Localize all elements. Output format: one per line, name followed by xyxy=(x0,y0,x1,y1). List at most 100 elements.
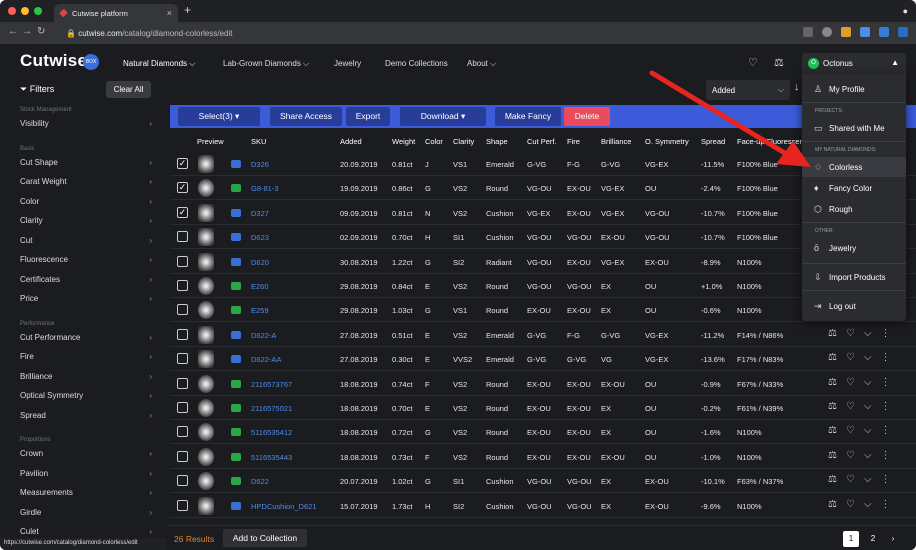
row-checkbox[interactable] xyxy=(177,377,188,389)
forward-icon[interactable]: → xyxy=(22,26,32,37)
back-icon[interactable]: ← xyxy=(8,26,18,37)
share-access-button[interactable]: Share Access xyxy=(270,107,342,126)
delete-button[interactable]: Delete xyxy=(564,107,610,126)
col-optical-symmetry[interactable]: O. Symmetry xyxy=(645,137,689,146)
sku-link[interactable]: D622-A xyxy=(251,331,276,340)
diamond-preview-thumbnail[interactable] xyxy=(198,252,214,271)
sku-link[interactable]: D622 xyxy=(251,477,269,486)
row-checkbox[interactable]: ✓ xyxy=(177,182,188,194)
row-checkbox[interactable]: ✓ xyxy=(177,158,188,169)
close-window-icon[interactable] xyxy=(8,7,16,15)
reload-icon[interactable]: ↻ xyxy=(37,26,45,37)
browser-tab[interactable]: Cutwise platform × xyxy=(54,4,178,22)
col-preview[interactable]: Preview xyxy=(197,137,224,146)
compare-icon[interactable]: ⚖ xyxy=(828,401,837,412)
browser-profile-icon[interactable]: ● xyxy=(903,6,908,16)
sku-link[interactable]: 2116575021 xyxy=(251,404,292,413)
col-shape[interactable]: Shape xyxy=(486,137,508,146)
sku-link[interactable]: D622-AA xyxy=(251,355,281,364)
window-controls[interactable] xyxy=(8,7,42,15)
chevron-down-icon[interactable]: ⌵ xyxy=(864,328,872,339)
menu-fancy-color[interactable]: ♦ Fancy Color xyxy=(802,178,906,198)
chevron-down-icon[interactable]: ⌵ xyxy=(864,352,872,363)
diamond-preview-thumbnail[interactable] xyxy=(198,155,214,173)
more-icon[interactable]: ⋮ xyxy=(881,474,891,485)
new-tab-icon[interactable]: + xyxy=(184,3,191,17)
sort-select[interactable]: Added ⌵ xyxy=(706,80,790,100)
compare-scales-icon[interactable]: ⚖ xyxy=(774,56,784,69)
translate-icon[interactable] xyxy=(803,27,813,37)
compare-icon[interactable]: ⚖ xyxy=(828,328,837,339)
diamond-preview-thumbnail[interactable] xyxy=(198,179,214,198)
nav-demo-collections[interactable]: Demo Collections xyxy=(385,59,448,68)
filter-item[interactable]: Visibility › xyxy=(20,119,152,128)
sku-link[interactable]: D326 xyxy=(251,160,269,169)
filter-item[interactable]: Culet › xyxy=(20,527,152,536)
diamond-preview-thumbnail[interactable] xyxy=(198,447,214,466)
menu-log-out[interactable]: ⇥ Log out xyxy=(802,296,906,316)
clear-all-button[interactable]: Clear All xyxy=(106,81,151,98)
table-row[interactable]: 5116535443 18.08.2019 0.73ct F VS2 Round EX-OU… xyxy=(170,445,916,469)
filters-toggle[interactable]: ⏷ Filters xyxy=(20,84,54,95)
col-spread[interactable]: Spread xyxy=(701,137,725,146)
row-checkbox[interactable] xyxy=(177,353,188,365)
sort-direction-icon[interactable]: ↓ xyxy=(794,81,800,93)
filter-item[interactable]: Certificates › xyxy=(20,275,152,284)
page-1-button[interactable]: 1 xyxy=(843,531,859,547)
next-page-icon[interactable]: › xyxy=(885,531,901,547)
menu-jewelry[interactable]: ō Jewelry xyxy=(802,238,906,258)
nav-natural-diamonds[interactable]: Natural Diamonds ⌵ xyxy=(123,59,196,79)
extension-icon[interactable] xyxy=(860,27,870,37)
filter-item[interactable]: Girdle › xyxy=(20,508,152,517)
diamond-preview-thumbnail[interactable] xyxy=(198,301,214,320)
diamond-preview-thumbnail[interactable] xyxy=(198,423,214,442)
menu-colorless[interactable]: ♢ Colorless xyxy=(802,157,906,177)
compare-icon[interactable]: ⚖ xyxy=(828,425,837,436)
compare-icon[interactable]: ⚖ xyxy=(828,352,837,363)
row-checkbox[interactable] xyxy=(177,328,188,340)
sku-link[interactable]: E260 xyxy=(251,282,269,291)
diamond-preview-thumbnail[interactable] xyxy=(198,350,214,369)
sku-link[interactable]: G8-81-3 xyxy=(251,184,279,193)
chevron-down-icon[interactable]: ⌵ xyxy=(864,425,872,436)
sku-link[interactable]: E259 xyxy=(251,306,269,315)
row-checkbox[interactable] xyxy=(177,475,188,487)
heart-icon[interactable]: ♡ xyxy=(846,499,855,510)
cutwise-logo[interactable]: Cutwise xyxy=(20,51,87,71)
extension-icon[interactable] xyxy=(841,27,851,37)
filter-item[interactable]: Optical Symmetry › xyxy=(20,391,152,400)
col-clarity[interactable]: Clarity xyxy=(453,137,474,146)
more-icon[interactable]: ⋮ xyxy=(881,499,891,510)
col-cut-perf[interactable]: Cut Perf. xyxy=(527,137,557,146)
minimize-window-icon[interactable] xyxy=(21,7,29,15)
filter-item[interactable]: Carat Weight › xyxy=(20,177,152,186)
diamond-preview-thumbnail[interactable] xyxy=(198,496,214,515)
filter-item[interactable]: Fluorescence › xyxy=(20,255,152,264)
filter-item[interactable]: Price › xyxy=(20,294,152,303)
user-menu-toggle[interactable]: O Octonus ▲ xyxy=(802,53,906,74)
filter-item[interactable]: Cut Shape › xyxy=(20,158,152,167)
col-brilliance[interactable]: Brilliance xyxy=(601,137,631,146)
export-button[interactable]: Export xyxy=(346,107,390,126)
more-icon[interactable]: ⋮ xyxy=(881,425,891,436)
row-checkbox[interactable] xyxy=(177,304,188,316)
more-icon[interactable]: ⋮ xyxy=(881,401,891,412)
sku-link[interactable]: D623 xyxy=(251,233,269,242)
diamond-preview-thumbnail[interactable] xyxy=(198,228,214,247)
menu-import-products[interactable]: ⇩ Import Products xyxy=(802,267,906,287)
more-icon[interactable]: ⋮ xyxy=(881,328,891,339)
table-row[interactable]: 2116573767 18.08.2019 0.74ct F VS2 Round EX-OU… xyxy=(170,372,916,396)
row-checkbox[interactable] xyxy=(177,426,188,438)
heart-icon[interactable]: ♡ xyxy=(846,474,855,485)
diamond-preview-thumbnail[interactable] xyxy=(198,203,214,222)
filter-item[interactable]: Crown › xyxy=(20,449,152,458)
row-checkbox[interactable] xyxy=(177,231,188,243)
url-field[interactable]: 🔒 cutwise.com/catalog/diamond-colorless/… xyxy=(58,25,798,41)
close-tab-icon[interactable]: × xyxy=(167,8,172,18)
extension-icon[interactable] xyxy=(879,27,889,37)
diamond-preview-thumbnail[interactable] xyxy=(198,325,214,344)
compare-icon[interactable]: ⚖ xyxy=(828,499,837,510)
more-icon[interactable]: ⋮ xyxy=(881,377,891,388)
sku-link[interactable]: 5116535443 xyxy=(251,453,292,462)
chevron-down-icon[interactable]: ⌵ xyxy=(864,450,872,461)
